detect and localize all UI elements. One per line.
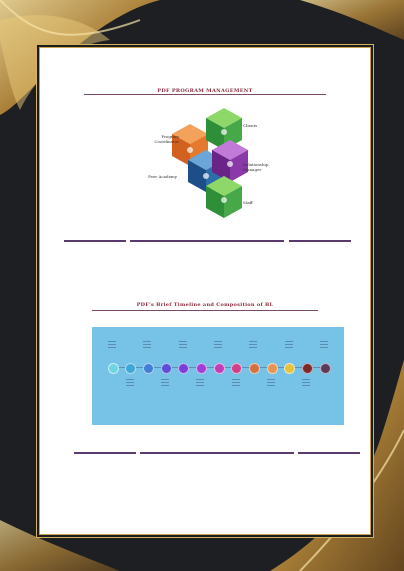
timeline-dot: [231, 363, 243, 374]
label-program-coordinator: Program Coordinator: [154, 134, 179, 144]
timeline-dot: [178, 363, 190, 374]
timeline-dot: [125, 363, 137, 374]
timeline-marker-top: [108, 339, 116, 355]
timeline-marker-bottom: [161, 377, 169, 393]
timeline-dot: [213, 363, 225, 374]
timeline-dot: [266, 363, 278, 374]
timeline-marker-bottom: [196, 377, 205, 393]
timeline-marker-bottom: [125, 377, 134, 393]
timeline-dot: [301, 363, 313, 374]
timeline-marker-top: [214, 339, 222, 355]
timeline-dot: [319, 363, 331, 374]
document-page: PDF PROGRAM MANAGEMENT Program Coordinat…: [40, 48, 370, 534]
timeline-dot: [195, 363, 207, 374]
timeline-marker-top: [178, 339, 187, 355]
divider-1b: [130, 240, 284, 242]
section-1-title: PDF PROGRAM MANAGEMENT: [157, 88, 253, 94]
section-2-title: PDF's Brief Timeline and Composition of …: [136, 302, 274, 308]
label-clients: Clients: [243, 123, 258, 128]
timeline-marker-top: [284, 339, 293, 355]
timeline-dot: [248, 363, 260, 374]
title-rule-2: [92, 310, 318, 311]
label-peer-academy: Peer Academy: [148, 174, 177, 179]
timeline-panel: [92, 327, 344, 425]
timeline-marker-top: [320, 339, 328, 355]
title-rule-1: [84, 94, 326, 95]
timeline-dot: [160, 363, 172, 374]
cube-graphic-icon: [172, 108, 248, 218]
divider-1c: [289, 240, 351, 242]
timeline-marker-bottom: [302, 377, 311, 393]
timeline-marker-bottom: [267, 377, 275, 393]
timeline-dot: [142, 363, 154, 374]
timeline-marker-top: [249, 339, 258, 355]
timeline-dot: [107, 363, 119, 374]
timeline-marker-top: [143, 339, 152, 355]
label-relationship-manager: Relationship Manager: [243, 162, 269, 172]
divider-2a: [74, 452, 136, 454]
label-staff: Staff: [243, 200, 253, 205]
timeline-marker-bottom: [231, 377, 240, 393]
divider-2c: [298, 452, 360, 454]
timeline-dot: [284, 363, 296, 374]
divider-2b: [140, 452, 294, 454]
divider-1a: [64, 240, 126, 242]
